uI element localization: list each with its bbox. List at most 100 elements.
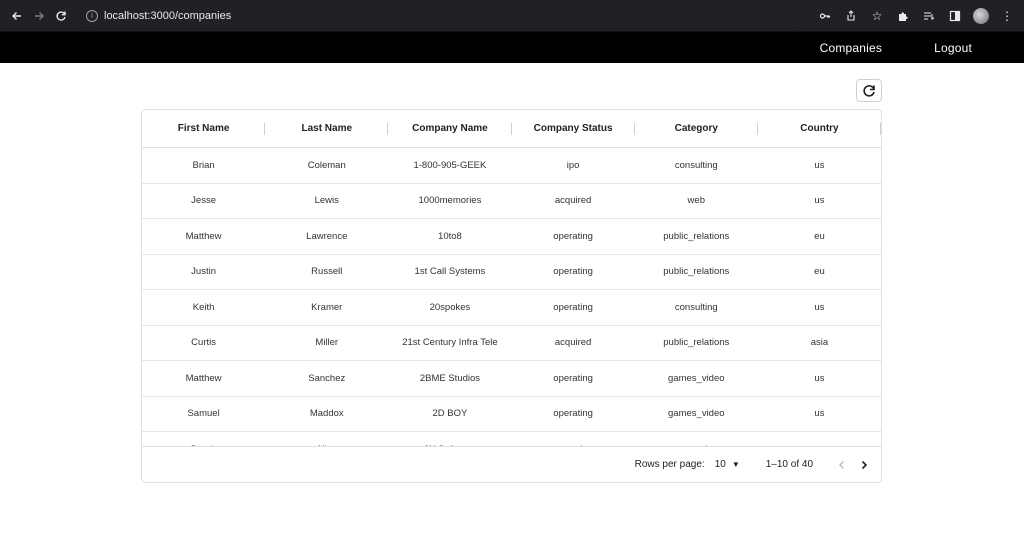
browser-toolbar: i localhost:3000/companies ☆ ⋮ — [0, 0, 1024, 32]
column-header-label: Company Status — [533, 123, 613, 134]
column-header-label: Company Name — [412, 123, 488, 134]
menu-kebab-icon[interactable]: ⋮ — [996, 5, 1018, 27]
rows-per-page-label: Rows per page: — [634, 459, 705, 470]
table-cell: us — [814, 372, 825, 384]
pagination-range: 1–10 of 40 — [765, 459, 813, 470]
table-cell: eu — [814, 266, 825, 278]
nav-logout-link[interactable]: Logout — [934, 41, 972, 55]
table-cell: us — [758, 432, 881, 446]
table-cell: Brian — [192, 159, 215, 171]
table-cell: Sanchez — [308, 372, 346, 384]
column-header[interactable]: Last Name — [265, 110, 389, 147]
side-panel-icon[interactable] — [944, 5, 966, 27]
refresh-icon — [863, 84, 875, 97]
table-row[interactable]: Jesse Lewis 1000memories acquired web us — [142, 184, 881, 219]
table-row[interactable]: Matthew Lawrence 10to8 operating public_rela… — [142, 219, 881, 255]
table-row[interactable]: Curtis Miller 21st Century Infra Tele acqui… — [142, 326, 881, 361]
rows-per-page-value: 10 — [714, 459, 726, 470]
column-header-label: Last Name — [301, 123, 353, 134]
table-cell: operating — [553, 372, 593, 384]
table-header: First Name Last Name Company Name Company S… — [142, 110, 881, 148]
column-header-label: First Name — [177, 123, 230, 134]
address-bar[interactable]: i localhost:3000/companies — [78, 3, 806, 28]
table-cell: web — [687, 195, 705, 207]
rows-per-page-select[interactable]: 10 ▼ — [715, 459, 740, 470]
table-cell: consulting — [674, 159, 718, 171]
column-header[interactable]: Country — [758, 110, 881, 147]
table-cell: Allen — [265, 432, 388, 446]
table-row[interactable]: Keith Kramer 20spokes operating consulting us — [142, 290, 881, 326]
table-cell: 21st Century Infra Tele — [402, 337, 498, 349]
table-cell: ipo — [566, 159, 580, 171]
table-row[interactable]: Brian Coleman 1-800-905-GEEK ipo consulting u… — [142, 148, 881, 184]
column-separator[interactable] — [880, 123, 881, 135]
table-row[interactable]: Matthew Sanchez 2BME Studios operating games… — [142, 361, 881, 397]
column-header[interactable]: First Name — [142, 110, 266, 147]
companies-table: First Name Last Name Company Name Company S… — [141, 109, 882, 483]
table-cell: public_relations — [663, 230, 730, 242]
column-header[interactable]: Company Name — [388, 110, 512, 147]
table-cell: Russell — [311, 266, 343, 278]
extensions-icon[interactable] — [892, 5, 914, 27]
table-body[interactable]: Brian Coleman 1-800-905-GEEK ipo consulting u… — [142, 148, 881, 446]
table-cell: Matthew — [185, 372, 222, 384]
url-text: localhost:3000/companies — [104, 9, 232, 22]
next-page-button[interactable] — [853, 454, 875, 476]
forward-icon[interactable] — [28, 5, 50, 27]
reading-list-icon[interactable] — [918, 5, 940, 27]
table-cell: Derek — [142, 432, 265, 446]
table-cell: games_video — [668, 372, 725, 384]
table-row[interactable]: Justin Russell 1st Call Systems operating pu… — [142, 255, 881, 290]
table-cell: Matthew — [185, 230, 222, 242]
table-pagination: Rows per page: 10 ▼ 1–10 of 40 — [142, 446, 881, 482]
chevron-left-icon — [839, 460, 844, 469]
profile-avatar[interactable] — [970, 5, 992, 27]
table-cell: acquired — [554, 195, 592, 207]
table-cell: operating — [553, 230, 593, 242]
table-cell: Samuel — [187, 408, 220, 420]
table-cell: consulting — [674, 301, 718, 313]
table-row[interactable]: DerekAllen2X Softwareoperatingenterprise… — [142, 432, 881, 446]
main-content: First Name Last Name Company Name Company S… — [0, 63, 1024, 560]
table-row[interactable]: Samuel Maddox 2D BOY operating games_video us — [142, 397, 881, 432]
table-cell: Coleman — [307, 159, 346, 171]
chevron-right-icon — [861, 460, 868, 469]
table-cell: operating — [512, 432, 635, 446]
table-cell: Lewis — [314, 195, 339, 207]
table-cell: us — [814, 195, 825, 207]
chevron-down-icon: ▼ — [731, 460, 740, 469]
previous-page-button[interactable] — [831, 454, 853, 476]
refresh-button[interactable] — [856, 79, 882, 102]
table-cell: operating — [553, 266, 593, 278]
table-cell: eu — [814, 230, 825, 242]
table-cell: Jesse — [191, 195, 216, 207]
site-info-icon[interactable]: i — [86, 9, 98, 22]
table-cell: Kramer — [311, 301, 343, 313]
table-cell: public_relations — [663, 266, 730, 278]
column-header[interactable]: Category — [635, 110, 758, 147]
key-icon[interactable] — [814, 5, 836, 27]
table-cell: asia — [810, 337, 829, 349]
table-cell: 2BME Studios — [419, 372, 481, 384]
share-icon[interactable] — [840, 5, 862, 27]
table-cell: Maddox — [309, 408, 344, 420]
star-icon[interactable]: ☆ — [866, 5, 888, 27]
table-cell: us — [814, 408, 825, 420]
column-header[interactable]: Company Status — [512, 110, 635, 147]
table-cell: 1-800-905-GEEK — [413, 159, 487, 171]
table-cell: Keith — [192, 301, 215, 313]
column-header-label: Category — [674, 123, 718, 134]
back-icon[interactable] — [6, 5, 28, 27]
app-header: Companies Logout — [0, 32, 1024, 63]
table-cell: acquired — [554, 337, 592, 349]
table-cell: us — [814, 159, 825, 171]
table-cell: operating — [553, 301, 593, 313]
table-cell: Curtis — [191, 337, 216, 349]
table-cell: public_relations — [663, 337, 730, 349]
nav-companies-link[interactable]: Companies — [820, 41, 883, 55]
table-cell: enterprise — [635, 432, 758, 446]
table-cell: 1st Call Systems — [414, 266, 486, 278]
table-cell: Miller — [315, 337, 339, 349]
reload-icon[interactable] — [50, 5, 72, 27]
table-cell: us — [814, 301, 825, 313]
